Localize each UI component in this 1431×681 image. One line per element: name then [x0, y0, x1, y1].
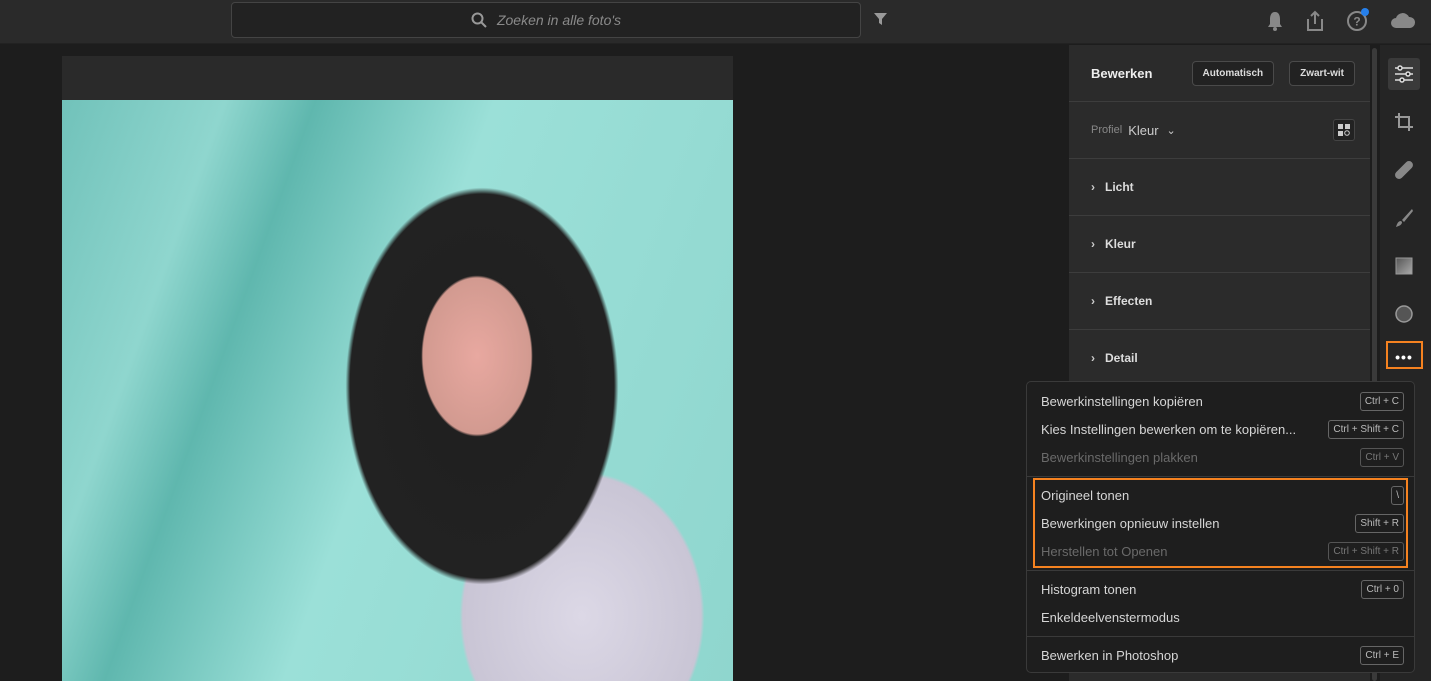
gradient-icon[interactable] [1388, 250, 1420, 282]
search-icon [471, 12, 487, 28]
panel-title: Bewerken [1091, 65, 1153, 81]
chevron-right-icon: › [1091, 351, 1095, 365]
menu-item-histogram[interactable]: Histogram tonen Ctrl + 0 [1041, 575, 1404, 603]
menu-item-choose-copy[interactable]: Kies Instellingen bewerken om te kopiëre… [1041, 415, 1404, 443]
sliders-icon[interactable] [1388, 58, 1420, 90]
section-label: Effecten [1105, 294, 1153, 308]
photo-canvas[interactable] [62, 56, 733, 681]
section-effecten[interactable]: › Effecten [1069, 273, 1370, 330]
section-label: Detail [1105, 351, 1138, 365]
divider [1027, 636, 1414, 637]
search-placeholder: Zoeken in alle foto's [496, 12, 622, 28]
search-input[interactable]: Zoeken in alle foto's [231, 2, 861, 38]
bell-icon[interactable] [1266, 10, 1284, 32]
section-licht[interactable]: › Licht [1069, 159, 1370, 216]
shortcut: Ctrl + Shift + C [1328, 419, 1404, 439]
svg-text:?: ? [1353, 15, 1360, 29]
shortcut: Ctrl + V [1360, 447, 1404, 467]
filter-icon[interactable] [873, 12, 888, 27]
menu-item-single-panel[interactable]: Enkeldeelvenstermodus [1041, 603, 1404, 631]
radial-icon[interactable] [1388, 298, 1420, 330]
divider [1027, 476, 1414, 477]
more-highlight [1386, 341, 1423, 369]
black-white-button[interactable]: Zwart-wit [1289, 60, 1355, 86]
chevron-right-icon: › [1091, 180, 1095, 194]
chevron-right-icon: › [1091, 237, 1095, 251]
menu-item-edit-photoshop[interactable]: Bewerken in Photoshop Ctrl + E [1041, 641, 1404, 669]
shortcut: Ctrl + 0 [1361, 579, 1404, 599]
brush-icon[interactable] [1388, 202, 1420, 234]
notification-dot [1361, 8, 1369, 16]
section-label: Kleur [1105, 237, 1136, 251]
shortcut: Ctrl + E [1360, 645, 1404, 665]
profile-dropdown[interactable]: Kleur [1128, 123, 1158, 138]
shortcut: Ctrl + C [1359, 391, 1404, 411]
profile-label: Profiel [1091, 124, 1123, 136]
section-detail[interactable]: › Detail [1069, 330, 1370, 387]
auto-button[interactable]: Automatisch [1191, 60, 1275, 86]
chevron-right-icon: › [1091, 294, 1095, 308]
healing-icon[interactable] [1388, 154, 1420, 186]
section-kleur[interactable]: › Kleur [1069, 216, 1370, 273]
crop-icon[interactable] [1388, 106, 1420, 138]
divider [1027, 570, 1414, 571]
menu-item-paste: Bewerkinstellingen plakken Ctrl + V [1041, 443, 1404, 471]
top-bar: Zoeken in alle foto's ? [0, 0, 1431, 44]
section-label: Licht [1105, 180, 1134, 194]
cloud-icon[interactable] [1390, 11, 1416, 29]
menu-highlight [1033, 478, 1408, 568]
share-icon[interactable] [1305, 10, 1325, 32]
chevron-down-icon[interactable]: ⌄ [1167, 124, 1176, 137]
menu-item-copy[interactable]: Bewerkinstellingen kopiëren Ctrl + C [1041, 387, 1404, 415]
profile-browser-icon[interactable] [1333, 119, 1355, 141]
